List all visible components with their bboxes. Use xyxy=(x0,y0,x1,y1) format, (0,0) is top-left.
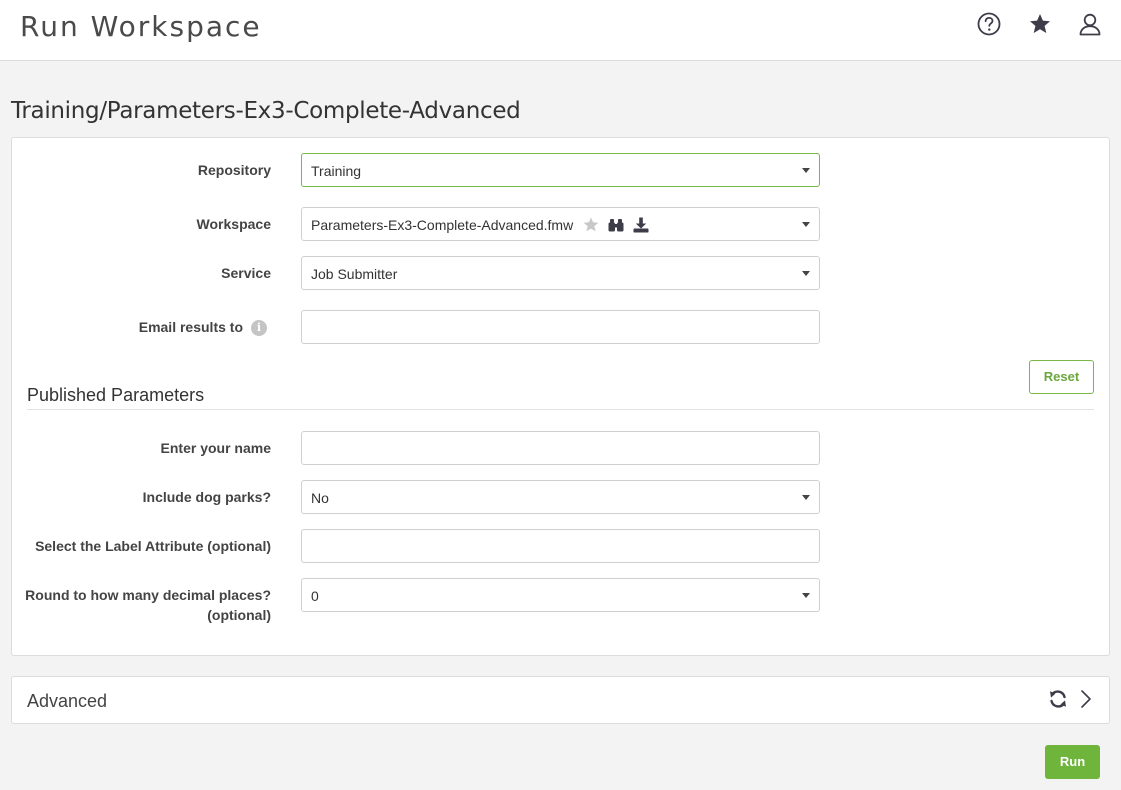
advanced-title: Advanced xyxy=(27,691,108,711)
service-select[interactable]: Job Submitter xyxy=(301,256,820,290)
label-attribute-field[interactable] xyxy=(301,529,820,563)
service-label: Service xyxy=(221,265,271,281)
star-icon[interactable] xyxy=(1027,11,1053,37)
reset-button[interactable]: Reset xyxy=(1029,360,1094,394)
user-icon[interactable] xyxy=(1077,11,1103,37)
email-label: Email results to i xyxy=(139,317,267,337)
decimals-label-line2: (optional) xyxy=(207,607,271,623)
decimals-label: Round to how many decimal places? (optio… xyxy=(25,585,271,625)
email-field[interactable] xyxy=(301,310,820,344)
app-title: Run Workspace xyxy=(20,10,262,43)
run-form-panel: Repository Training Workspace Parameters… xyxy=(11,137,1110,656)
run-button[interactable]: Run xyxy=(1045,745,1100,779)
chevron-down-icon xyxy=(802,271,810,276)
workspace-value: Parameters-Ex3-Complete-Advanced.fmw xyxy=(311,217,574,234)
chevron-right-icon[interactable] xyxy=(1078,689,1094,709)
dog-parks-label: Include dog parks? xyxy=(142,489,271,505)
chevron-down-icon xyxy=(802,593,810,598)
repository-select[interactable]: Training xyxy=(301,153,820,187)
help-icon[interactable] xyxy=(976,11,1002,37)
email-label-text: Email results to xyxy=(138,319,243,335)
binoculars-icon[interactable] xyxy=(607,216,625,234)
refresh-icon[interactable] xyxy=(1048,689,1068,709)
chevron-down-icon xyxy=(802,495,810,500)
advanced-panel[interactable]: Advanced xyxy=(11,676,1110,724)
info-icon[interactable]: i xyxy=(251,320,267,337)
decimals-select[interactable]: 0 xyxy=(301,578,820,612)
dog-parks-select[interactable]: No xyxy=(301,480,820,514)
top-bar: Run Workspace xyxy=(0,0,1121,61)
decimals-label-line1: Round to how many decimal places? xyxy=(25,587,271,603)
chevron-down-icon xyxy=(802,222,810,227)
chevron-down-icon xyxy=(802,168,810,173)
dog-parks-value: No xyxy=(311,490,329,507)
label-attribute-label: Select the Label Attribute (optional) xyxy=(35,538,271,554)
star-icon[interactable] xyxy=(582,216,600,234)
name-label: Enter your name xyxy=(160,440,271,456)
page-title: Training/Parameters-Ex3-Complete-Advance… xyxy=(11,98,521,124)
download-icon[interactable] xyxy=(632,216,650,234)
workspace-select[interactable]: Parameters-Ex3-Complete-Advanced.fmw xyxy=(301,207,820,241)
service-value: Job Submitter xyxy=(311,266,398,283)
published-parameters-title: Published Parameters xyxy=(27,385,205,405)
repository-value: Training xyxy=(311,163,362,180)
section-divider xyxy=(27,409,1094,410)
repository-label: Repository xyxy=(197,162,271,178)
name-field[interactable] xyxy=(301,431,820,465)
decimals-value: 0 xyxy=(311,588,319,605)
workspace-label: Workspace xyxy=(196,216,271,232)
